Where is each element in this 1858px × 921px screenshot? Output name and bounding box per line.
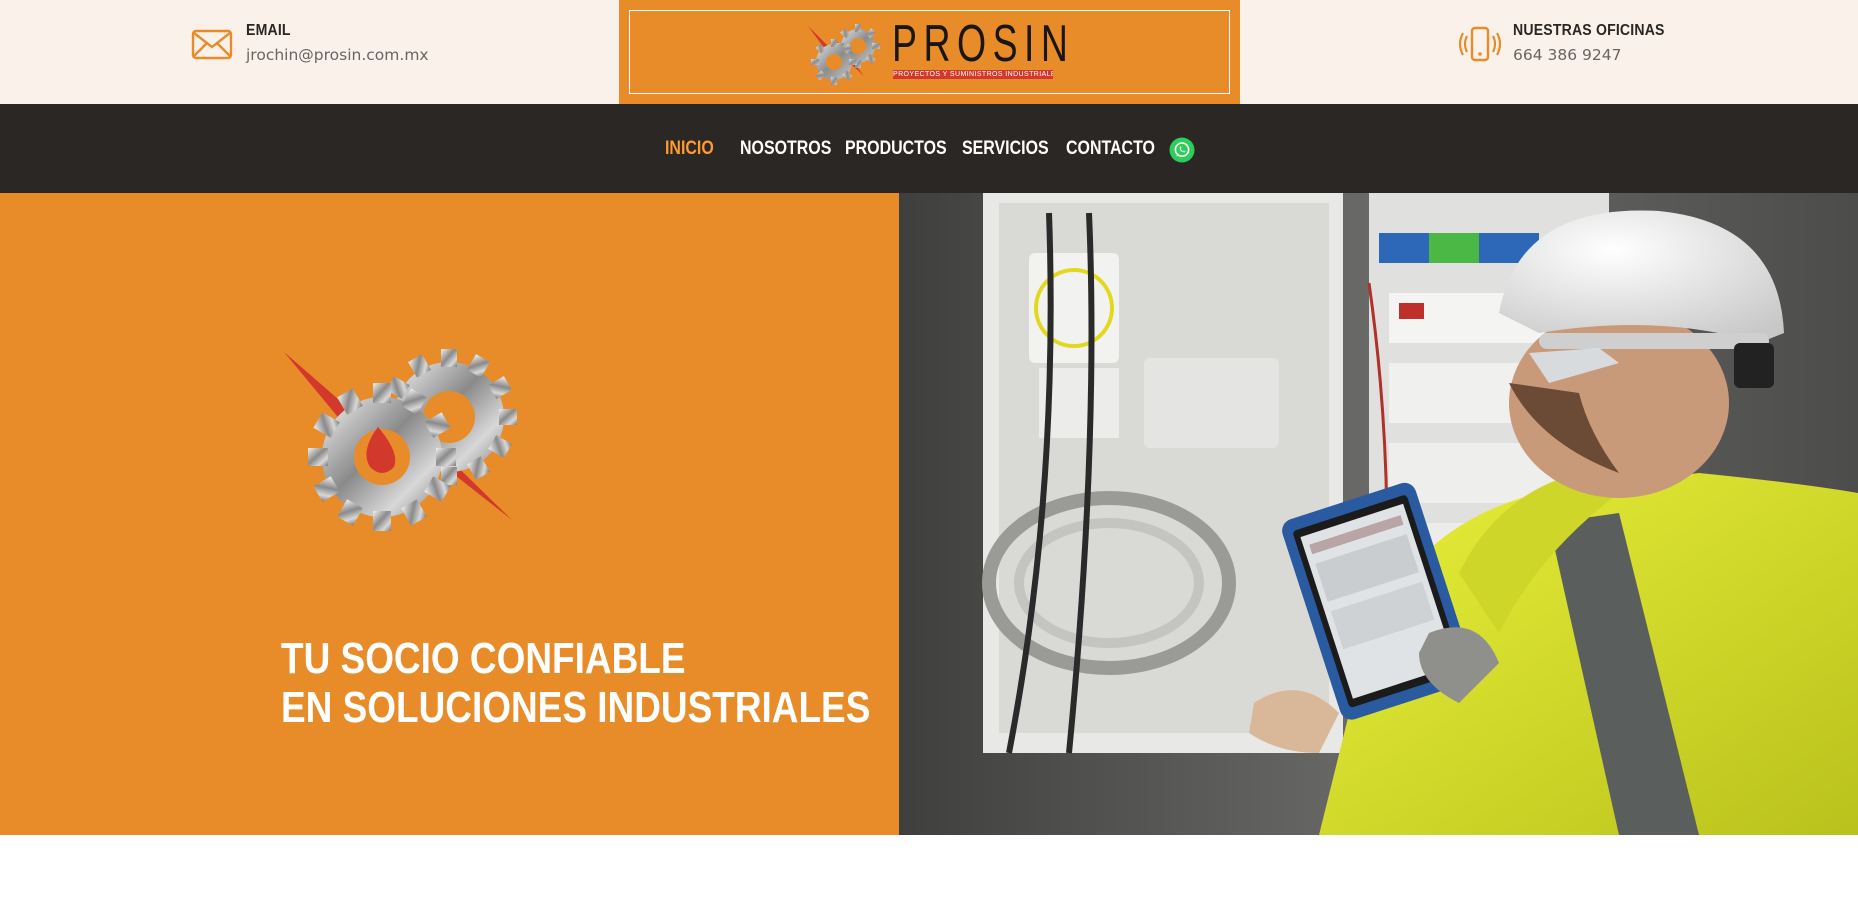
phone-vibrate-icon — [1458, 26, 1502, 62]
hero-title-line1: TU SOCIO CONFIABLE — [281, 634, 686, 683]
nav-item-nosotros[interactable]: NOSOTROS — [740, 137, 831, 161]
office-contact[interactable]: NUESTRAS OFICINAS 664 386 9247 — [1457, 20, 1685, 68]
office-phone[interactable]: 664 386 9247 — [1513, 46, 1685, 64]
nav-item-contacto[interactable]: CONTACTO — [1066, 137, 1155, 161]
main-nav: INICIO NOSOTROS PRODUCTOS SERVICIOS CONT… — [0, 137, 1858, 161]
electrician-with-tablet-photo — [899, 193, 1858, 835]
logo-wordmark[interactable]: PROSIN — [892, 16, 1074, 72]
nav-item-servicios[interactable]: SERVICIOS — [962, 137, 1049, 161]
email-value[interactable]: jrochin@prosin.com.mx — [246, 46, 429, 64]
nav-item-inicio[interactable]: INICIO — [665, 137, 714, 161]
envelope-icon — [191, 29, 233, 60]
email-contact[interactable]: EMAIL jrochin@prosin.com.mx — [190, 20, 429, 68]
nav-item-productos[interactable]: PRODUCTOS — [845, 137, 947, 161]
whatsapp-icon[interactable] — [1169, 137, 1195, 163]
hero-title: TU SOCIO CONFIABLE EN SOLUCIONES INDUSTR… — [281, 634, 870, 732]
office-label: NUESTRAS OFICINAS — [1513, 22, 1665, 39]
hero-gears-logo — [284, 349, 517, 531]
email-label: EMAIL — [246, 22, 291, 39]
logo-tagline: PROYECTOS Y SUMINISTROS INDUSTRIALES — [893, 70, 1053, 79]
hero-title-line2: EN SOLUCIONES INDUSTRIALES — [281, 683, 871, 732]
prosin-logo-mark[interactable] — [806, 20, 886, 86]
